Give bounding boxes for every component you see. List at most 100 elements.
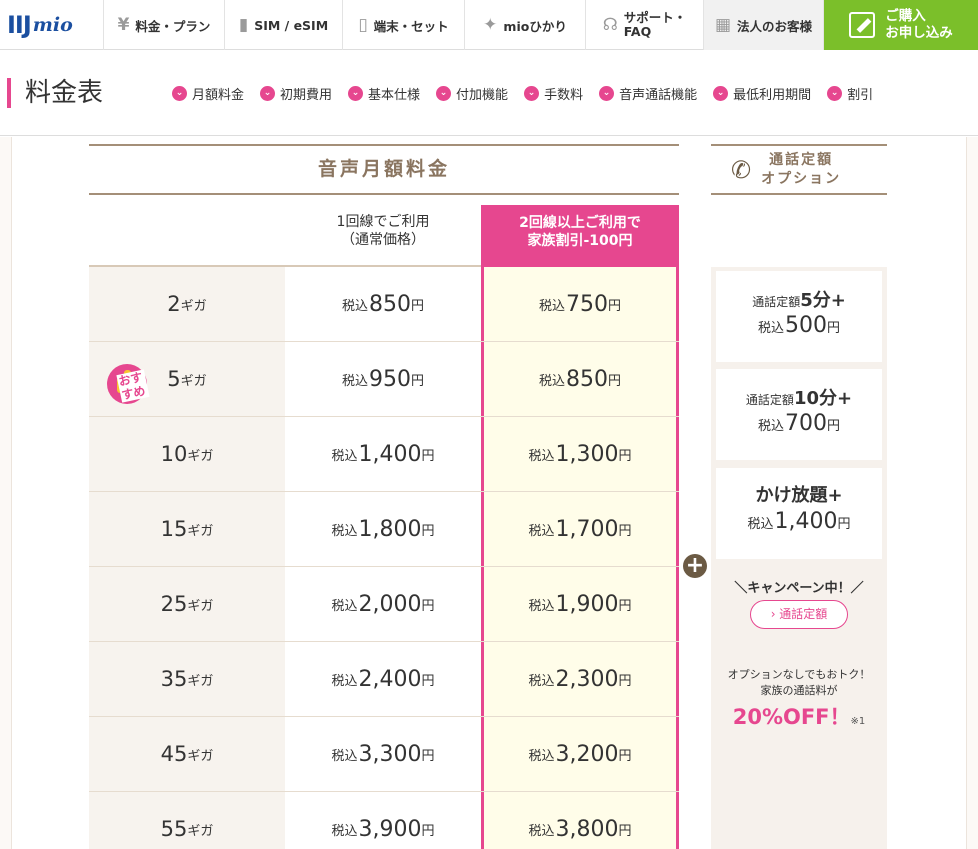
option-card-10min: 通話定額10分+ 税込700円: [716, 369, 882, 460]
normal-price: 1,800: [358, 516, 422, 542]
yen-suffix: 円: [837, 517, 851, 532]
tax-prefix: 税込: [528, 673, 555, 689]
option-strong-text: 10分+: [793, 388, 853, 409]
family-price: 850: [566, 366, 608, 392]
nav-item-label: 法人のお客様: [737, 18, 813, 34]
tax-prefix: 税込: [331, 523, 358, 539]
price-rows: 2 ギガ 税込 850 円税込 750 円おすすめ 5 ギガ 税込 950 円税込 850 円 10 ギガ 税込…: [89, 267, 679, 849]
chevron-down-icon: ⌄: [260, 86, 276, 101]
chevron-down-icon: ⌄: [713, 86, 729, 101]
section-link-fees[interactable]: ⌄ 手数料: [524, 84, 583, 103]
family-price-cell: 税込 3,200 円: [481, 717, 679, 791]
nav-item-support[interactable]: ☊ サポート・ FAQ: [586, 0, 704, 50]
option-small-text: 通話定額: [745, 393, 794, 407]
tax-prefix: 税込: [341, 373, 368, 389]
nav-item-plans[interactable]: ¥ 料金・プラン: [104, 0, 225, 50]
option-card-price: 税込700円: [716, 410, 882, 441]
plan-size: 15: [160, 517, 188, 541]
option-big-text: かけ放題+: [755, 485, 843, 506]
buy-apply-button[interactable]: ご購入 お申し込み: [824, 0, 978, 50]
option-card-price: 税込500円: [716, 312, 882, 343]
plan-cell: 10 ギガ: [89, 417, 285, 491]
plan-size: 2: [167, 292, 181, 316]
yen-suffix: 円: [421, 448, 435, 464]
nav-item-label: 端末・セット: [373, 18, 449, 34]
plan-cell: 2 ギガ: [89, 267, 285, 341]
tax-prefix: 税込: [757, 321, 784, 336]
plan-unit: ギガ: [187, 823, 214, 839]
normal-price: 2,400: [358, 666, 422, 692]
option-title: 通話定額 オプション: [761, 151, 841, 189]
family-price: 1,900: [555, 591, 619, 617]
family-price-cell: 税込 750 円: [481, 267, 679, 341]
section-link-min-period[interactable]: ⌄ 最低利用期間: [713, 84, 811, 103]
tax-prefix: 税込: [331, 598, 358, 614]
page-title: 料金表: [7, 78, 103, 108]
nav-item-sim[interactable]: ▮ SIM / eSIM: [225, 0, 343, 50]
phone-call-icon: ✆: [731, 155, 752, 184]
family-price-cell: 税込 1,700 円: [481, 492, 679, 566]
family-price-cell: 税込 850 円: [481, 342, 679, 416]
buy-label: ご購入 お申し込み: [885, 8, 953, 42]
site-logo[interactable]: IIJ mio: [0, 0, 104, 50]
plan-cell: 15 ギガ: [89, 492, 285, 566]
sub-header: 料金表 ⌄ 月額料金 ⌄ 初期費用 ⌄ 基本仕様 ⌄ 付加機能 ⌄ 手数料 ⌄ 音声通話機能…: [0, 51, 978, 136]
family-price-cell: 税込 1,300 円: [481, 417, 679, 491]
normal-price-cell: 税込 2,400 円: [285, 642, 481, 716]
plan-cell: おすすめ 5 ギガ: [89, 342, 285, 416]
col-header-normal: 1回線でご利用 （通常価格）: [285, 213, 481, 249]
section-link-label: 基本仕様: [368, 88, 421, 103]
yen-suffix: 円: [608, 298, 622, 314]
family-price-cell: 税込 1,900 円: [481, 567, 679, 641]
option-card-5min: 通話定額5分+ 税込500円: [716, 271, 882, 362]
yen-suffix: 円: [827, 419, 841, 434]
normal-price: 850: [369, 291, 411, 317]
option-header: ✆ 通話定額 オプション: [711, 144, 887, 195]
recommend-badge: おすすめ: [107, 364, 150, 404]
family-price: 2,300: [555, 666, 619, 692]
nav-item-hikari[interactable]: ✦ mioひかり: [465, 0, 586, 50]
plan-size: 5: [167, 367, 181, 391]
family-price: 3,200: [555, 741, 619, 767]
tax-prefix: 税込: [538, 373, 565, 389]
option-small-text: 通話定額: [752, 295, 801, 309]
table-row: 2 ギガ 税込 850 円税込 750 円: [89, 267, 679, 342]
sim-card-icon: ▮: [238, 14, 249, 35]
col-header-family-line2: 家族割引-100円: [527, 233, 633, 249]
section-link-initial[interactable]: ⌄ 初期費用: [260, 84, 332, 103]
nav-item-business[interactable]: ▦ 法人のお客様: [704, 0, 824, 50]
section-link-addons[interactable]: ⌄ 付加機能: [436, 84, 508, 103]
tax-prefix: 税込: [341, 298, 368, 314]
tax-prefix: 税込: [331, 448, 358, 464]
plan-size: 10: [160, 442, 188, 466]
option-title-line1: 通話定額: [769, 151, 834, 168]
nav-item-devices[interactable]: ▯ 端末・セット: [343, 0, 465, 50]
section-link-discount[interactable]: ⌄ 割引: [827, 84, 873, 103]
table-row: 45 ギガ 税込 3,300 円税込 3,200 円: [89, 717, 679, 792]
chevron-down-icon: ⌄: [599, 86, 615, 101]
family-price-cell: 税込 2,300 円: [481, 642, 679, 716]
normal-price: 2,000: [358, 591, 422, 617]
option-card-price: 税込1,400円: [716, 508, 882, 539]
plan-cell: 55 ギガ: [89, 792, 285, 849]
plan-cell: 35 ギガ: [89, 642, 285, 716]
chevron-down-icon: ⌄: [436, 86, 452, 101]
section-link-spec[interactable]: ⌄ 基本仕様: [348, 84, 420, 103]
family-price: 1,300: [555, 441, 619, 467]
option-card-unlimited: かけ放題+ 税込1,400円: [716, 468, 882, 559]
normal-price: 3,300: [358, 741, 422, 767]
edit-icon: [849, 12, 876, 38]
section-link-voice[interactable]: ⌄ 音声通話機能: [599, 84, 697, 103]
promo-text: オプションなしでもおトク！ 家族の通話料が: [711, 667, 887, 699]
building-icon: ▦: [714, 14, 732, 35]
campaign-link-button[interactable]: › 通話定額: [750, 600, 848, 629]
family-price-cell: 税込 3,800 円: [481, 792, 679, 849]
plan-size: 55: [160, 817, 188, 841]
table-row: 55 ギガ 税込 3,900 円税込 3,800 円: [89, 792, 679, 849]
plan-unit: ギガ: [187, 673, 214, 689]
yen-suffix: 円: [618, 823, 632, 839]
section-link-monthly[interactable]: ⌄ 月額料金: [172, 84, 244, 103]
family-price: 3,800: [555, 816, 619, 842]
family-price: 1,700: [555, 516, 619, 542]
option-panel: 通話定額5分+ 税込500円 通話定額10分+ 税込700円 かけ放題+ 税込1…: [711, 267, 887, 849]
